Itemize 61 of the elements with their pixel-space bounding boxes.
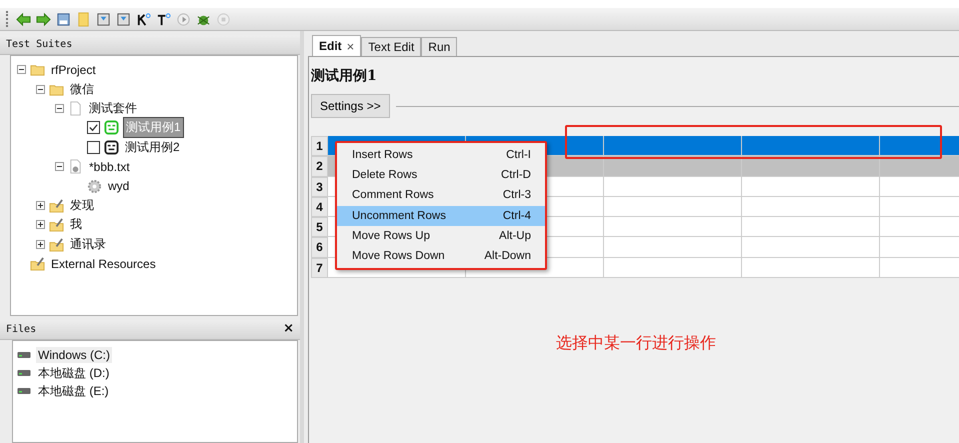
- expander-icon[interactable]: [36, 240, 45, 249]
- drive-icon: [17, 351, 31, 359]
- folder-wrench-icon: [49, 217, 64, 232]
- menu-item[interactable]: Delete Rows Ctrl-D: [337, 165, 545, 186]
- panel-title: Files: [6, 324, 36, 335]
- menu-item[interactable]: Move Rows Up Alt-Up: [337, 226, 545, 246]
- tree-item[interactable]: rfProject: [49, 62, 98, 78]
- tree-item[interactable]: 测试套件: [87, 98, 139, 118]
- drive-icon: [17, 369, 31, 377]
- row-number: 4: [311, 196, 328, 218]
- tree-item[interactable]: 发现: [68, 196, 96, 215]
- menu-item[interactable]: Move Rows Down Alt-Down: [337, 246, 545, 266]
- back-arrow-icon[interactable]: [16, 12, 31, 26]
- expander-icon[interactable]: [55, 162, 64, 172]
- checkbox[interactable]: [87, 140, 100, 154]
- close-button[interactable]: ×: [283, 324, 294, 335]
- drive-item[interactable]: 本地磁盘 (E:): [36, 382, 111, 400]
- menu-item[interactable]: Comment Rows Ctrl-3: [337, 185, 545, 206]
- menu-item[interactable]: Insert Rows Ctrl-I: [337, 145, 545, 166]
- file-gear-icon: [68, 159, 83, 174]
- tree-item[interactable]: wyd: [106, 178, 132, 194]
- robot-face-icon: [104, 120, 119, 136]
- row-number: 7: [311, 258, 328, 278]
- tree-item[interactable]: 微信: [68, 80, 96, 99]
- tree-item[interactable]: 测试用例2: [123, 138, 182, 157]
- forward-arrow-icon[interactable]: [36, 12, 51, 26]
- row-number: 6: [311, 237, 328, 258]
- drive-icon: [17, 387, 31, 395]
- folder-wrench-icon: [49, 236, 64, 252]
- tab[interactable]: Edit ×: [312, 35, 362, 56]
- tab[interactable]: Text Edit: [361, 37, 422, 56]
- row-number: 5: [311, 217, 328, 238]
- drive-item[interactable]: 本地磁盘 (D:): [36, 364, 112, 382]
- checkbox[interactable]: [87, 121, 100, 134]
- tree-item[interactable]: External Resources: [49, 256, 158, 272]
- tree-item[interactable]: 通讯录: [68, 234, 108, 254]
- folder-wrench-icon: [49, 198, 64, 213]
- save-icon[interactable]: [96, 12, 111, 26]
- folder-wrench-icon: [30, 256, 45, 272]
- test-search-icon[interactable]: [156, 12, 171, 26]
- tree-item[interactable]: 我: [68, 215, 84, 234]
- settings-button[interactable]: Settings >>: [311, 94, 390, 118]
- expander-icon[interactable]: [36, 84, 45, 94]
- drive-item[interactable]: Windows (C:): [36, 347, 112, 363]
- row-number: 3: [311, 176, 328, 197]
- row-number: 2: [311, 156, 328, 177]
- expander-icon[interactable]: [36, 220, 45, 230]
- annotation-text: 选择中某一行进行操作: [556, 334, 716, 354]
- save-icon[interactable]: [116, 12, 131, 26]
- tree-item[interactable]: *bbb.txt: [87, 158, 132, 175]
- file-icon: [68, 100, 83, 116]
- row-number: 1: [311, 136, 328, 156]
- tab[interactable]: Run: [421, 37, 458, 56]
- gear-icon: [87, 178, 102, 194]
- expander-icon[interactable]: [17, 65, 26, 74]
- keyword-search-icon[interactable]: [136, 12, 151, 26]
- expander-icon[interactable]: [36, 200, 45, 210]
- robot-face-icon: [104, 140, 119, 155]
- expander-icon[interactable]: [55, 104, 64, 113]
- menu-item[interactable]: Uncomment Rows Ctrl-4: [337, 206, 545, 226]
- test-case-title: 测试用例1: [311, 67, 378, 85]
